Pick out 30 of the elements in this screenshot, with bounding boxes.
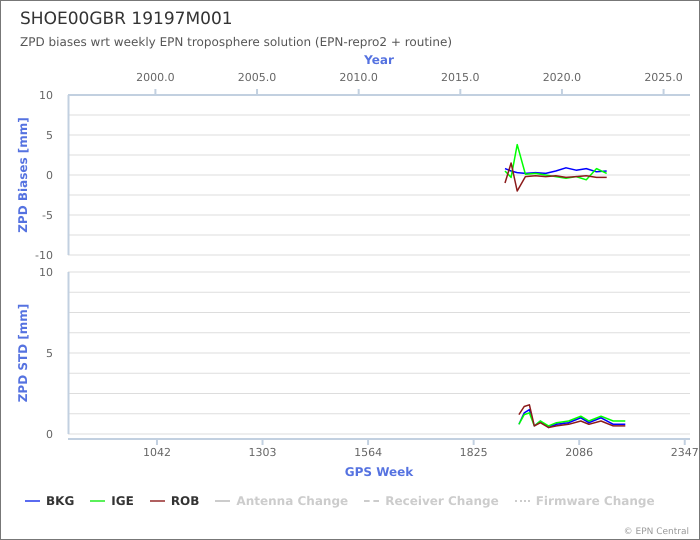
axis-label: 1825	[460, 446, 488, 459]
legend-item[interactable]: BKG	[25, 494, 74, 508]
axis-title: ZPD Biases [mm]	[16, 117, 30, 233]
axis-label: 1042	[142, 446, 171, 459]
legend-item[interactable]: ROB	[150, 494, 200, 508]
axis-label: 2025.0	[644, 71, 683, 84]
axis-label: 10	[39, 89, 53, 102]
axis-title: Year	[364, 53, 394, 67]
axis-label: 2015.0	[441, 71, 480, 84]
axis-label: 2086	[565, 446, 594, 459]
axis-label: 0	[46, 169, 53, 182]
axis-label: 1303	[248, 446, 277, 459]
axis-label: 0	[46, 428, 53, 441]
legend-item[interactable]: IGE	[90, 494, 134, 508]
axis-label: 5	[46, 347, 53, 360]
axis-label: 2000.0	[136, 71, 175, 84]
axis-label: 5	[46, 129, 53, 142]
axis-title: GPS Week	[344, 465, 414, 479]
axis-label: 1564	[354, 446, 382, 459]
axis-label: 2347	[670, 446, 699, 459]
axis-label: 2005.0	[238, 71, 276, 84]
axis-label: 2010.0	[339, 71, 378, 84]
credits-text: © EPN Central	[624, 527, 689, 537]
axis-title: ZPD STD [mm]	[16, 304, 30, 402]
chart-subtitle: ZPD biases wrt weekly EPN troposphere solution (EPN-repro2 + routine)	[19, 34, 454, 50]
axis-label: -10	[35, 249, 53, 262]
axis-label: 10	[39, 266, 53, 279]
chart-title: SHOE00GBR 19197M001	[19, 8, 234, 29]
axis-label: -5	[42, 209, 53, 222]
axis-label: 2020.0	[542, 71, 582, 84]
